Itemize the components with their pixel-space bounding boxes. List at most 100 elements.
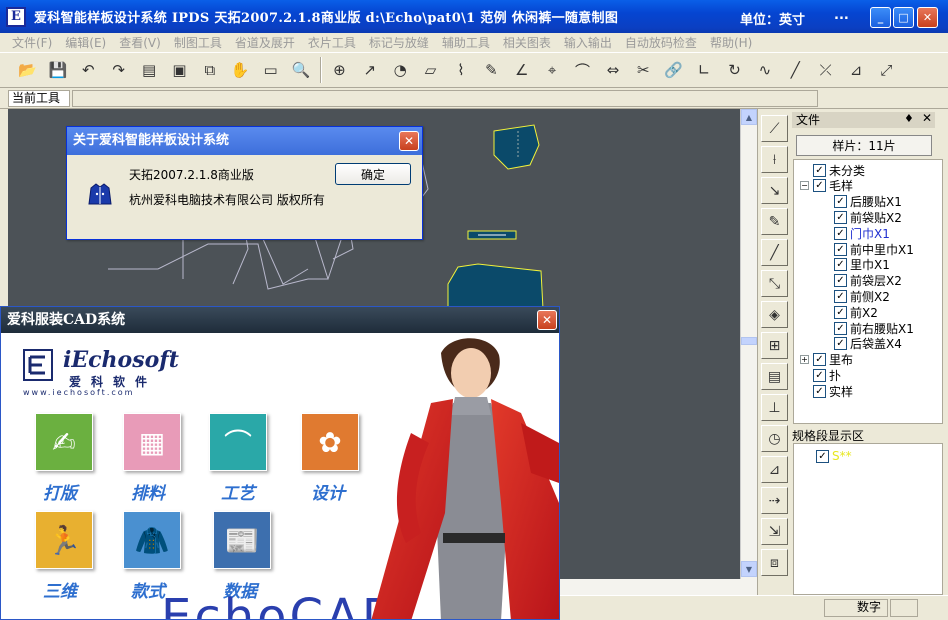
tree-item[interactable]: ✓ 扑: [800, 367, 841, 383]
checkbox-icon[interactable]: ✓: [834, 242, 847, 256]
tree-item[interactable]: ✓ 前袋贴X2: [834, 209, 902, 225]
checkbox-icon[interactable]: ✓: [834, 258, 847, 272]
data-icon[interactable]: 📰: [213, 511, 271, 569]
module-label[interactable]: 款式: [131, 577, 165, 602]
tree-item[interactable]: ✓ 前侧X2: [834, 288, 890, 304]
collapse-icon[interactable]: −: [800, 181, 809, 191]
menu-item[interactable]: 文件(F): [12, 34, 52, 51]
smooth-icon[interactable]: ∿: [753, 59, 776, 82]
scroll-up-arrow-icon[interactable]: ▲: [741, 109, 757, 125]
module-label[interactable]: 打版: [43, 479, 77, 504]
side-tool-button[interactable]: ⧈: [761, 549, 788, 576]
side-tool-button[interactable]: ⊥: [761, 394, 788, 421]
tree-item[interactable]: ✓ 后袋盖X4: [834, 336, 902, 352]
side-tool-button[interactable]: ⤡: [761, 270, 788, 297]
tree-item[interactable]: ✓ 前右腰贴X1: [834, 320, 914, 336]
tree-item[interactable]: + ✓ 里布: [800, 352, 853, 368]
canvas-vertical-scrollbar[interactable]: ▲ ▼: [740, 109, 757, 579]
scroll-down-arrow-icon[interactable]: ▼: [741, 561, 757, 577]
menu-item[interactable]: 衣片工具: [308, 34, 356, 51]
redo-icon[interactable]: ↷: [107, 59, 130, 82]
module-label[interactable]: 排料: [131, 479, 165, 504]
checkbox-icon[interactable]: ✓: [813, 384, 826, 398]
module-label[interactable]: 设计: [311, 479, 345, 504]
side-tool-button[interactable]: ⇲: [761, 518, 788, 545]
split-icon[interactable]: ⤫: [814, 59, 837, 82]
mirror-icon[interactable]: ⇔: [601, 59, 624, 82]
spec-item[interactable]: ✓ S**: [816, 448, 852, 464]
ruler-icon[interactable]: ▱: [419, 59, 442, 82]
line-icon[interactable]: ╱: [784, 59, 807, 82]
pieces-count-button[interactable]: 样片：11片: [796, 135, 932, 156]
menu-item[interactable]: 标记与放缝: [369, 34, 429, 51]
rotate-icon[interactable]: ↻: [723, 59, 746, 82]
checkbox-icon[interactable]: ✓: [834, 195, 847, 209]
checkbox-icon[interactable]: ✓: [813, 353, 826, 367]
side-tool-button[interactable]: ▤: [761, 363, 788, 390]
side-tool-button[interactable]: ╱: [761, 239, 788, 266]
menu-item[interactable]: 自动放码检查: [625, 34, 697, 51]
undo-icon[interactable]: ↶: [77, 59, 100, 82]
fold-icon[interactable]: ⊿: [845, 59, 868, 82]
menu-item[interactable]: 辅助工具: [442, 34, 490, 51]
tree-item[interactable]: − ✓ 毛样: [800, 178, 853, 194]
menu-item[interactable]: 制图工具: [174, 34, 222, 51]
tree-item[interactable]: ✓ 前X2: [834, 304, 878, 320]
menu-item[interactable]: 输入输出: [564, 34, 612, 51]
3d-figure-icon[interactable]: 🏃: [35, 511, 93, 569]
tree-item[interactable]: ✓ 实样: [800, 383, 853, 399]
module-label[interactable]: 工艺: [221, 479, 255, 504]
checkbox-icon[interactable]: ✓: [834, 210, 847, 224]
tree-item[interactable]: ✓ 里巾X1: [834, 257, 890, 273]
angle-icon[interactable]: ∠: [510, 59, 533, 82]
tree-item[interactable]: ✓ 未分类: [800, 162, 865, 178]
expand-icon[interactable]: +: [800, 355, 809, 365]
menu-item[interactable]: 省道及展开: [235, 34, 295, 51]
close-button[interactable]: ✕: [917, 7, 938, 28]
file-panel-close-icon[interactable]: ✕: [922, 111, 932, 125]
corner-icon[interactable]: ∟: [693, 59, 716, 82]
hanger-icon[interactable]: ⌒: [209, 413, 267, 471]
menu-item[interactable]: 相关图表: [503, 34, 551, 51]
marker-layout-icon[interactable]: ▦: [123, 413, 181, 471]
link-icon[interactable]: 🔗: [662, 59, 685, 82]
side-tool-button[interactable]: ◈: [761, 301, 788, 328]
tree-item[interactable]: ✓ 前中里巾X1: [834, 241, 914, 257]
checkbox-icon[interactable]: ✓: [813, 163, 826, 177]
menu-item[interactable]: 帮助(H): [710, 34, 752, 51]
list-icon[interactable]: ▤: [138, 59, 161, 82]
layer-icon[interactable]: ⧉: [198, 59, 221, 82]
canvas-horizontal-scrollbar[interactable]: [560, 579, 757, 595]
scroll-thumb[interactable]: [741, 337, 757, 345]
checkbox-icon[interactable]: ✓: [834, 305, 847, 319]
app-icon[interactable]: E: [6, 6, 26, 27]
side-tool-button[interactable]: ⇢: [761, 487, 788, 514]
ok-button[interactable]: 确定: [335, 163, 411, 185]
display-icon[interactable]: ▭: [259, 59, 282, 82]
tree-item[interactable]: ✓ 前袋层X2: [834, 273, 902, 289]
zoom-icon[interactable]: 🔍: [290, 59, 313, 82]
side-tool-button[interactable]: ◷: [761, 425, 788, 452]
checkbox-icon[interactable]: ✓: [834, 337, 847, 351]
side-tool-button[interactable]: ⊞: [761, 332, 788, 359]
side-tool-button[interactable]: ↘: [761, 177, 788, 204]
maximize-button[interactable]: □: [893, 7, 914, 28]
checkbox-icon[interactable]: ✓: [813, 179, 826, 193]
about-close-button[interactable]: ✕: [399, 131, 419, 151]
tree-item[interactable]: ✓ 后腰贴X1: [834, 194, 902, 210]
node-icon[interactable]: ⌖: [541, 59, 564, 82]
pattern-making-icon[interactable]: ✍: [35, 413, 93, 471]
checkbox-icon[interactable]: ✓: [834, 289, 847, 303]
tree-item[interactable]: ✓ 门巾X1: [834, 225, 890, 241]
minimize-button[interactable]: _: [870, 7, 891, 28]
pen-icon[interactable]: ✎: [480, 59, 503, 82]
checkbox-icon[interactable]: ✓: [813, 368, 826, 382]
design-icon[interactable]: ✿: [301, 413, 359, 471]
side-tool-button[interactable]: ⊿: [761, 456, 788, 483]
pin-icon[interactable]: ♦: [904, 112, 914, 125]
side-tool-button[interactable]: ✎: [761, 208, 788, 235]
open-folder-icon[interactable]: 📂: [16, 59, 39, 82]
save-icon[interactable]: 💾: [46, 59, 69, 82]
expand-icon[interactable]: ⤢: [875, 59, 898, 82]
curve-icon[interactable]: ⌒: [571, 59, 594, 82]
